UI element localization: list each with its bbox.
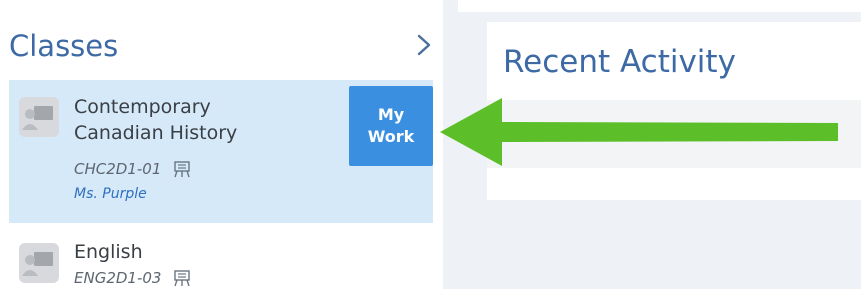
class-name: Contemporary Canadian History [74, 96, 238, 144]
classes-header: Classes [9, 28, 443, 68]
class-icon [19, 97, 59, 137]
class-code: CHC2D1-01 [74, 160, 162, 178]
recent-activity-title: Recent Activity [503, 44, 736, 80]
class-code-row: CHC2D1-01 [74, 158, 191, 180]
class-icon [19, 243, 59, 283]
arrow-icon [440, 98, 838, 166]
class-code: ENG2D1-03 [74, 269, 162, 287]
class-name: English [74, 241, 143, 263]
my-work-button[interactable]: My Work [349, 86, 433, 166]
chevron-right-icon[interactable] [411, 30, 437, 60]
classes-title: Classes [9, 29, 119, 63]
class-card-contemporary-canadian-history[interactable]: Contemporary Canadian History CHC2D1-01 … [9, 80, 433, 223]
class-code-row: ENG2D1-03 [74, 267, 191, 289]
classes-panel: Classes Contemporary Canadian History CH… [0, 0, 443, 289]
room-icon [174, 270, 191, 287]
top-strip [458, 0, 861, 12]
teacher-name: Ms. Purple [74, 186, 147, 202]
room-icon [174, 161, 191, 178]
class-card-english[interactable]: English ENG2D1-03 [9, 227, 433, 289]
